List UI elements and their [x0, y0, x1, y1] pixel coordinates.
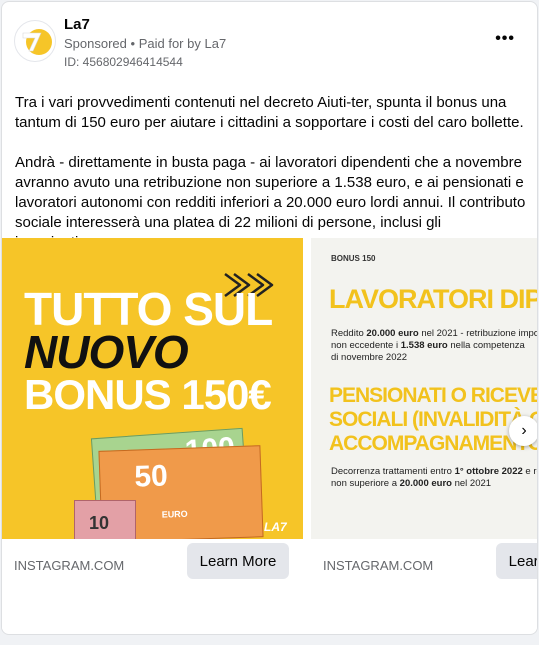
headline-line: BONUS 150€: [24, 371, 272, 418]
slide-text-part: non superiore a: [331, 478, 400, 489]
slide-heading-line: SOCIALI (INVALIDITÀ O: [329, 408, 538, 431]
slide-text-bold: 1.538 euro: [400, 340, 448, 351]
page-name-link[interactable]: La7: [64, 16, 90, 33]
carousel-item[interactable]: BONUS 150 LAVORATORI DIPENDENTI Reddito …: [311, 238, 538, 634]
slide-text-part: nel 2021 - retribuzione impo: [418, 328, 538, 339]
paid-for-name: La7: [204, 36, 227, 51]
slide-text-part: Decorrenza trattamenti entro: [331, 466, 455, 477]
slide-text-part: nel 2021: [451, 478, 492, 489]
link-domain[interactable]: INSTAGRAM.COM: [14, 558, 124, 573]
slide-text-bold: 20.000 euro: [399, 478, 452, 489]
carousel-footer: INSTAGRAM.COM Learn More: [311, 539, 537, 629]
more-options-icon[interactable]: •••: [495, 30, 515, 48]
ad-carousel: TUTTO SUL NUOVO BONUS 150€ 100 50 EURO 1…: [2, 238, 538, 634]
link-domain[interactable]: INSTAGRAM.COM: [323, 558, 433, 573]
carousel-image[interactable]: BONUS 150 LAVORATORI DIPENDENTI Reddito …: [311, 238, 538, 539]
carousel-next-arrow-icon[interactable]: ›: [509, 416, 537, 446]
carousel-item[interactable]: TUTTO SUL NUOVO BONUS 150€ 100 50 EURO 1…: [2, 238, 303, 634]
slide-text-part: e red: [525, 466, 537, 477]
meta-separator: •: [130, 36, 136, 51]
slide-text-part: di novembre 2022: [331, 352, 408, 363]
slide-text-part: Reddito: [331, 328, 367, 339]
carousel-image[interactable]: TUTTO SUL NUOVO BONUS 150€ 100 50 EURO 1…: [2, 238, 303, 539]
sponsored-line: Sponsored • Paid for by La7: [64, 36, 226, 51]
post-body: Tra i vari provvedimenti contenuti nel d…: [15, 93, 527, 253]
slide-text: Reddito 20.000 euro nel 2021 - retribuzi…: [331, 328, 538, 364]
slide-heading: LAVORATORI DIPENDENTI: [329, 284, 537, 314]
slide-heading: PENSIONATI O RICEVENTI ASSE SOCIALI (INV…: [329, 384, 538, 456]
banknote-10-image: 10: [74, 500, 136, 539]
banknote-10-value: 10: [89, 513, 110, 533]
slide-text-bold: 1° ottobre 2022: [454, 466, 523, 477]
banknote-euro-label: EURO: [161, 508, 188, 520]
slide-heading-line: ACCOMPAGNAMENTO ALLA PE: [329, 432, 538, 455]
slide-text: Decorrenza trattamenti entro 1° ottobre …: [331, 466, 537, 490]
sponsored-label: Sponsored: [64, 36, 127, 51]
ad-id: ID: 456802946414544: [64, 55, 183, 69]
learn-more-button[interactable]: Learn More: [187, 543, 289, 579]
la7-brand-logo: LA7: [264, 520, 287, 534]
slide-text-part: non eccedente i: [331, 340, 401, 351]
slide-text-part: nella competenza: [447, 340, 525, 351]
page-avatar[interactable]: [14, 20, 56, 62]
slide-text-bold: 20.000 euro: [366, 328, 419, 339]
ad-card: La7 Sponsored • Paid for by La7 ID: 4568…: [1, 1, 538, 635]
banknote-50-value: 50: [133, 459, 169, 494]
body-paragraph: Tra i vari provvedimenti contenuti nel d…: [15, 94, 524, 131]
carousel-footer: INSTAGRAM.COM Learn More: [2, 539, 303, 629]
learn-more-button[interactable]: Learn More: [496, 543, 537, 579]
post-header: La7 Sponsored • Paid for by La7 ID: 4568…: [2, 2, 537, 82]
bonus-tag: BONUS 150: [331, 254, 376, 263]
slide-heading-line: PENSIONATI O RICEVENTI ASSE: [329, 384, 537, 407]
la7-logo-icon: [22, 29, 52, 55]
paid-for-label: Paid for by: [138, 36, 201, 51]
